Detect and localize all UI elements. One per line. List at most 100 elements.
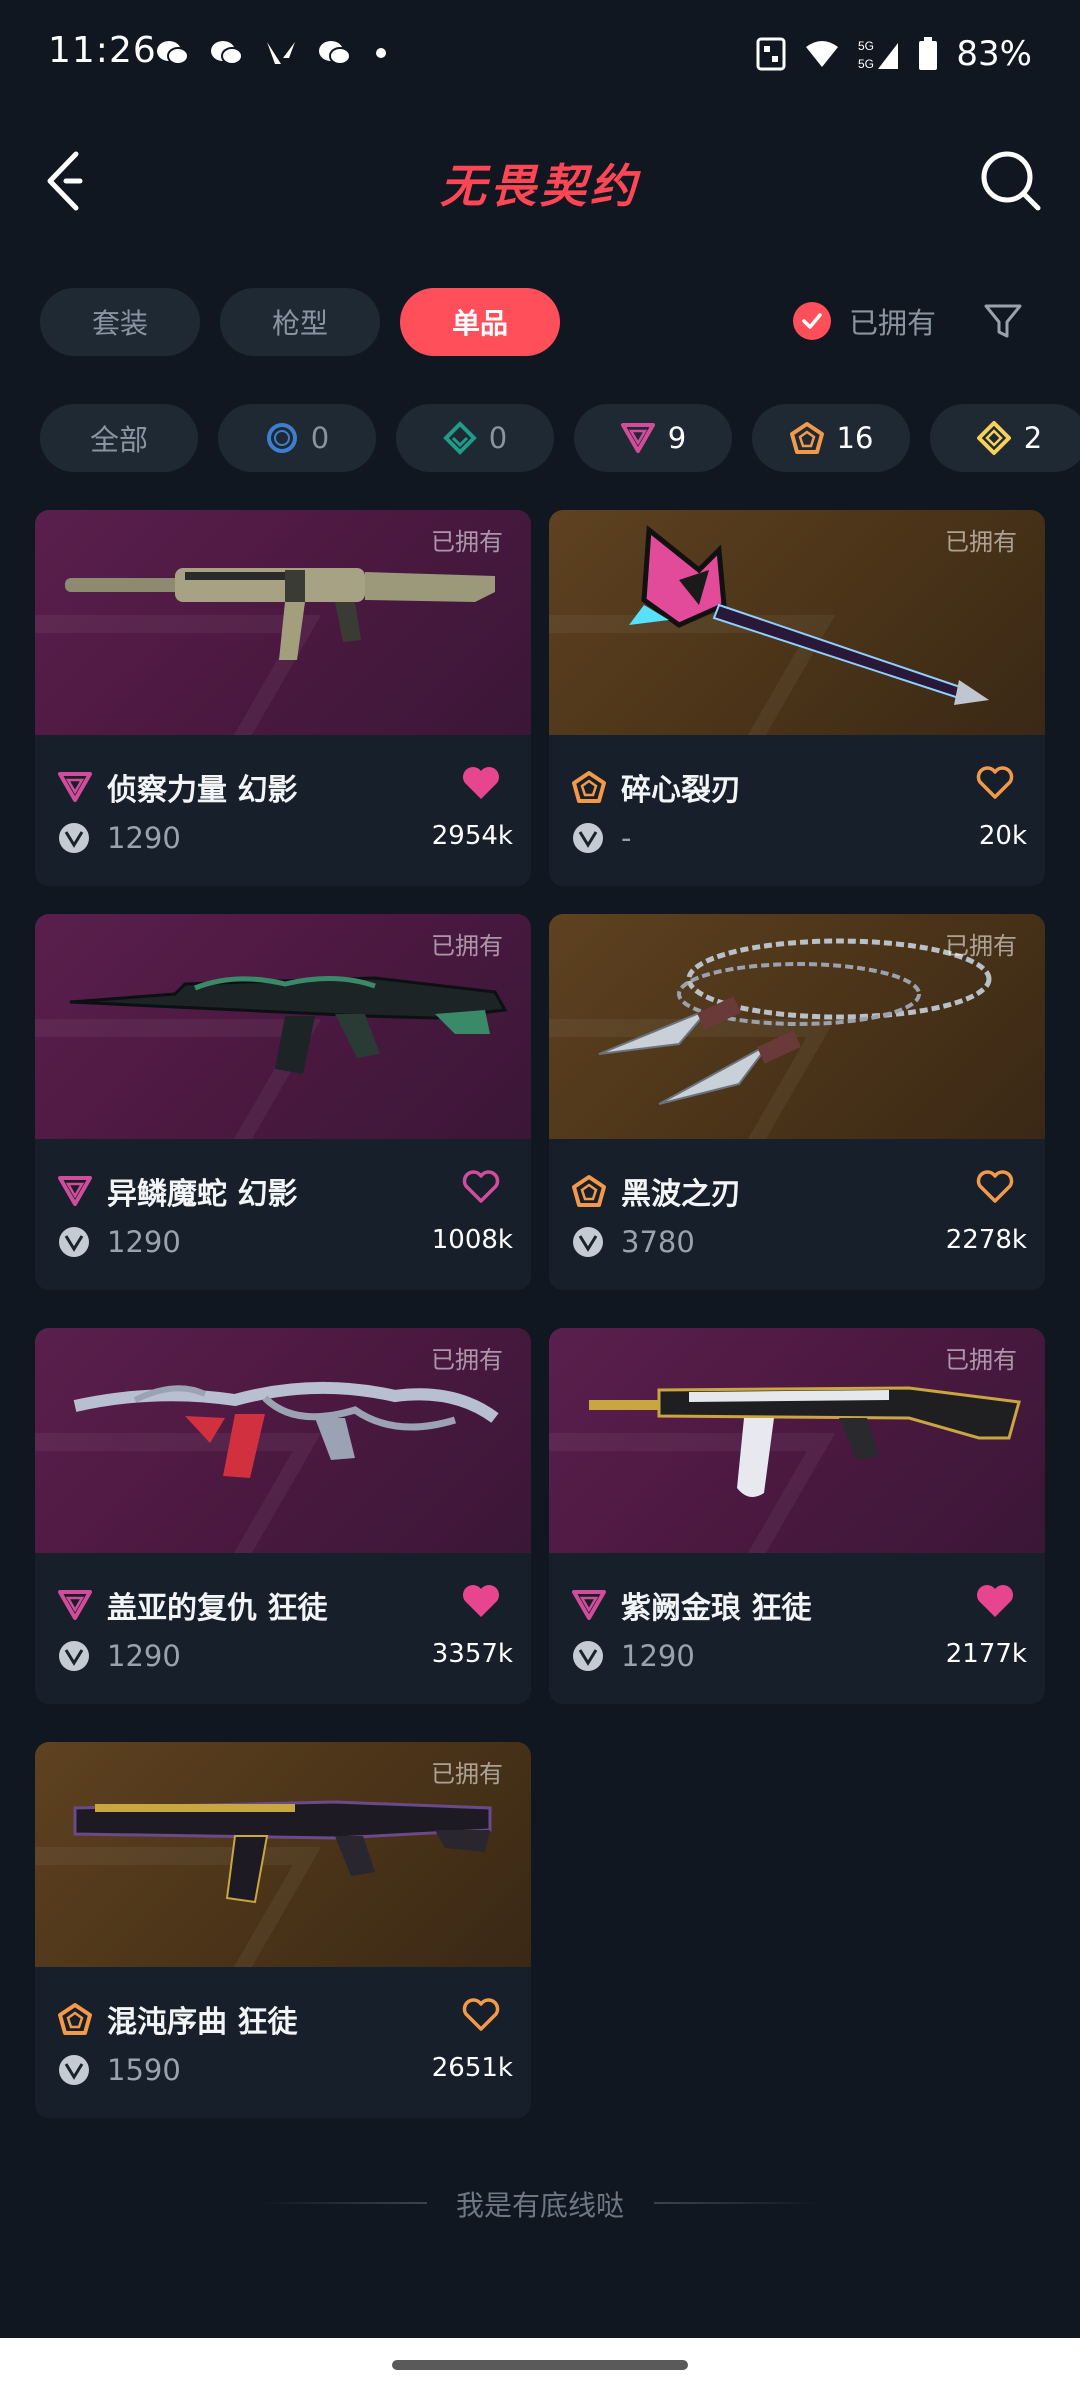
owned-tag: 已拥有 xyxy=(431,1346,503,1374)
skin-price: 1290 xyxy=(621,1639,695,1673)
like-count: 2278k xyxy=(945,1225,1027,1255)
rarity-chip-all[interactable]: 全部 xyxy=(40,404,198,472)
owned-tag: 已拥有 xyxy=(945,528,1017,556)
owned-filter-toggle[interactable]: 已拥有 xyxy=(793,300,936,342)
dot-icon xyxy=(376,48,386,58)
skin-price: 1290 xyxy=(107,821,181,855)
wifi-icon xyxy=(806,41,839,67)
skin-card[interactable]: 已拥有 混沌序曲 狂徒 1590 2651k xyxy=(35,1742,531,2118)
skin-card[interactable]: 已拥有 异鳞魔蛇 幻影 1290 1008k xyxy=(35,914,531,1290)
skin-image: 已拥有 xyxy=(35,1742,531,1967)
skin-info: 盖亚的复仇 狂徒 1290 3357k xyxy=(35,1553,531,1704)
like-count: 2651k xyxy=(431,2053,513,2083)
ultra-tier-icon xyxy=(976,421,1011,455)
system-nav-bar xyxy=(0,2338,1080,2400)
valorant-icon xyxy=(267,42,295,64)
vp-currency-icon xyxy=(573,823,603,853)
owned-tag: 已拥有 xyxy=(945,932,1017,960)
owned-filter-label: 已拥有 xyxy=(849,306,937,340)
wechat-icon xyxy=(211,41,243,65)
deluxe-tier-icon xyxy=(442,421,477,455)
vp-currency-icon xyxy=(573,1227,603,1257)
tab-single-item[interactable]: 单品 xyxy=(400,288,560,356)
tab-bundle[interactable]: 套装 xyxy=(40,288,200,356)
wechat-icon xyxy=(157,41,189,65)
battery-level: 83% xyxy=(956,34,1032,74)
rarity-chip-select[interactable]: 0 xyxy=(218,404,376,472)
skin-price: - xyxy=(621,821,632,855)
vp-currency-icon xyxy=(573,1641,603,1671)
premium-tier-icon xyxy=(572,1590,606,1620)
skin-info: 混沌序曲 狂徒 1590 2651k xyxy=(35,1967,531,2118)
owned-tag: 已拥有 xyxy=(431,932,503,960)
skin-card[interactable]: 已拥有 盖亚的复仇 狂徒 1290 3357k xyxy=(35,1328,531,1704)
home-gesture-bar[interactable] xyxy=(392,2360,688,2370)
skin-image: 已拥有 xyxy=(35,914,531,1139)
select-tier-icon xyxy=(266,423,297,453)
owned-tag: 已拥有 xyxy=(945,1346,1017,1374)
heart-outline-icon[interactable] xyxy=(975,1169,1015,1205)
skin-price: 1290 xyxy=(107,1639,181,1673)
battery-icon xyxy=(919,37,938,70)
status-bar: 11:26 5G 5G 83% xyxy=(0,0,1080,110)
like-count: 20k xyxy=(978,821,1027,851)
heart-filled-icon[interactable] xyxy=(461,765,501,801)
vp-currency-icon xyxy=(59,1227,89,1257)
app-title: 无畏契约 xyxy=(440,159,640,213)
skin-price: 1290 xyxy=(107,1225,181,1259)
heart-filled-icon[interactable] xyxy=(975,1583,1015,1619)
skin-card[interactable]: 已拥有 黑波之刃 3780 2278k xyxy=(549,914,1045,1290)
rarity-chip-premium[interactable]: 9 xyxy=(574,404,732,472)
exclusive-tier-icon xyxy=(789,422,824,454)
skin-image: 已拥有 xyxy=(549,914,1045,1139)
heart-filled-icon[interactable] xyxy=(461,1583,501,1619)
check-icon xyxy=(793,302,831,340)
like-count: 3357k xyxy=(431,1639,513,1669)
rarity-chip-ultra[interactable]: 2 xyxy=(930,404,1080,472)
divider xyxy=(654,2202,819,2204)
heart-outline-icon[interactable] xyxy=(975,765,1015,801)
rarity-count: 9 xyxy=(667,421,687,455)
skin-info: 异鳞魔蛇 幻影 1290 1008k xyxy=(35,1139,531,1290)
heart-outline-icon[interactable] xyxy=(461,1997,501,2033)
like-count: 1008k xyxy=(431,1225,513,1255)
skin-name: 混沌序曲 狂徒 xyxy=(107,2005,298,2040)
notification-icons xyxy=(155,38,407,68)
search-icon[interactable] xyxy=(978,148,1044,214)
skin-price: 3780 xyxy=(621,1225,695,1259)
owned-tag: 已拥有 xyxy=(431,528,503,556)
list-end-footer: 我是有底线哒 xyxy=(0,2182,1080,2222)
skin-price: 1590 xyxy=(107,2053,181,2087)
vp-currency-icon xyxy=(59,2055,89,2085)
end-of-list-text: 我是有底线哒 xyxy=(455,2189,624,2222)
wechat-icon xyxy=(319,41,351,65)
skin-name: 异鳞魔蛇 幻影 xyxy=(107,1177,298,1212)
rarity-count: 0 xyxy=(488,421,508,455)
skin-name: 黑波之刃 xyxy=(621,1177,741,1212)
premium-tier-icon xyxy=(58,1590,92,1620)
vp-currency-icon xyxy=(59,1641,89,1671)
skin-card[interactable]: 已拥有 侦察力量 幻影 1290 2954k xyxy=(35,510,531,886)
rarity-chip-deluxe[interactable]: 0 xyxy=(396,404,554,472)
skin-info: 紫阙金琅 狂徒 1290 2177k xyxy=(549,1553,1045,1704)
premium-tier-icon xyxy=(620,423,655,453)
premium-tier-icon xyxy=(58,1176,92,1206)
skin-card[interactable]: 已拥有 碎心裂刃 - 20k xyxy=(549,510,1045,886)
exclusive-tier-icon xyxy=(572,1175,606,1207)
status-time: 11:26 xyxy=(48,30,157,71)
signal-icon: 5G5G xyxy=(858,39,899,71)
tab-weapon-type[interactable]: 枪型 xyxy=(220,288,380,356)
heart-outline-icon[interactable] xyxy=(461,1169,501,1205)
skin-name: 碎心裂刃 xyxy=(621,773,741,808)
skin-card[interactable]: 已拥有 紫阙金琅 狂徒 1290 2177k xyxy=(549,1328,1045,1704)
filter-icon[interactable] xyxy=(982,300,1024,342)
rarity-chip-label: 全部 xyxy=(89,423,148,457)
rarity-chip-exclusive[interactable]: 16 xyxy=(752,404,910,472)
exclusive-tier-icon xyxy=(58,2003,92,2035)
app-header: 无畏契约 xyxy=(0,130,1080,230)
like-count: 2177k xyxy=(945,1639,1027,1669)
skin-image: 已拥有 xyxy=(35,1328,531,1553)
skin-image: 已拥有 xyxy=(549,510,1045,735)
premium-tier-icon xyxy=(58,772,92,802)
rarity-count: 16 xyxy=(836,421,874,455)
